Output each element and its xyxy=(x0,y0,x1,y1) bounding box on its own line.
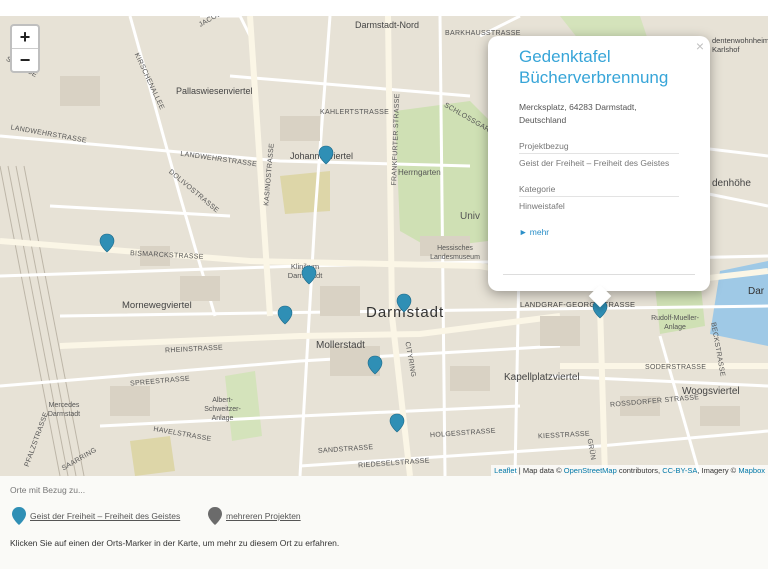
top-bar xyxy=(0,0,768,16)
map-marker[interactable] xyxy=(301,265,317,285)
legend-item-multiple[interactable]: mehreren Projekten xyxy=(208,506,301,526)
more-link[interactable]: ► mehr xyxy=(519,227,679,237)
blue-marker-icon xyxy=(12,507,26,525)
license-link[interactable]: CC-BY-SA xyxy=(662,466,697,475)
attribution-imagery: , Imagery © xyxy=(697,466,739,475)
mapbox-link[interactable]: Mapbox xyxy=(738,466,765,475)
legend-title: Orte mit Bezug zu... xyxy=(10,485,86,495)
attribution-sep: | Map data © xyxy=(516,466,564,475)
legend-hint: Klicken Sie auf einen der Orts-Marker in… xyxy=(10,538,340,548)
legend-item-multiple-label: mehreren Projekten xyxy=(226,511,301,521)
map-marker[interactable] xyxy=(318,145,334,165)
grey-marker-icon xyxy=(208,507,222,525)
category-label: Kategorie xyxy=(519,184,679,197)
map[interactable]: Darmstadt-Nord BARKHAUSSTRASSE JACOB STR… xyxy=(0,16,768,476)
zoom-control: + − xyxy=(10,24,40,73)
popup-close-button[interactable]: × xyxy=(696,38,704,54)
map-marker[interactable] xyxy=(367,355,383,375)
zoom-out-button[interactable]: − xyxy=(12,49,38,71)
popup-divider xyxy=(503,274,695,275)
leaflet-link[interactable]: Leaflet xyxy=(494,466,517,475)
legend-item-project[interactable]: Geist der Freiheit – Freiheit des Geiste… xyxy=(12,506,180,526)
popup-address: Mercksplatz, 64283 Darmstadt, Deutschlan… xyxy=(519,102,637,125)
map-marker[interactable] xyxy=(99,233,115,253)
project-label: Projektbezug xyxy=(519,141,679,154)
map-marker[interactable] xyxy=(277,305,293,325)
category-value: Hinweistafel xyxy=(519,201,565,211)
location-popup: × Gedenktafel Bücherverbrennung Merckspl… xyxy=(488,36,710,308)
map-marker[interactable] xyxy=(389,413,405,433)
map-marker[interactable] xyxy=(396,293,412,313)
map-attribution: Leaflet | Map data © OpenStreetMap contr… xyxy=(491,465,768,476)
legend-item-project-label: Geist der Freiheit – Freiheit des Geiste… xyxy=(30,511,181,521)
project-value: Geist der Freiheit – Freiheit des Geiste… xyxy=(519,158,670,168)
map-legend: Orte mit Bezug zu... Geist der Freiheit … xyxy=(0,476,768,569)
zoom-in-button[interactable]: + xyxy=(12,26,38,49)
attribution-contrib: contributors, xyxy=(616,466,663,475)
popup-title: Gedenktafel Bücherverbrennung xyxy=(519,47,669,87)
osm-link[interactable]: OpenStreetMap xyxy=(564,466,617,475)
